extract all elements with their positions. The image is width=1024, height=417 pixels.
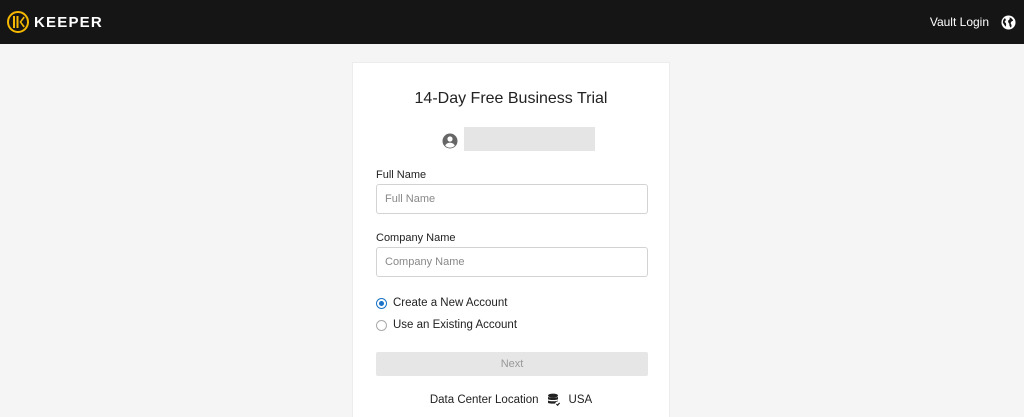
data-center-value: USA (568, 394, 593, 406)
use-existing-account-radio[interactable] (376, 319, 387, 331)
user-email-placeholder (464, 127, 595, 151)
use-existing-account-label: Use an Existing Account (393, 319, 518, 331)
page-title: 14-Day Free Business Trial (414, 90, 608, 107)
create-new-account-radio[interactable] (376, 297, 387, 309)
company-name-input[interactable] (376, 247, 648, 277)
create-new-account-option[interactable]: Create a New Account (376, 297, 507, 309)
trial-signup-card: 14-Day Free Business Trial Full Name Com… (352, 62, 670, 417)
globe-icon[interactable] (1001, 14, 1016, 30)
full-name-label: Full Name (376, 169, 427, 181)
create-new-account-label: Create a New Account (393, 297, 508, 309)
full-name-input[interactable] (376, 184, 648, 214)
top-right-actions: Vault Login (930, 14, 1016, 30)
user-circle-icon (442, 133, 458, 149)
data-center-label: Data Center Location (429, 394, 539, 406)
brand[interactable]: KEEPER (7, 11, 103, 33)
top-nav-bar: KEEPER Vault Login (0, 0, 1024, 44)
data-center-location: Data Center Location USA (353, 393, 669, 407)
company-name-label: Company Name (376, 232, 456, 244)
database-icon[interactable] (547, 393, 561, 407)
use-existing-account-option[interactable]: Use an Existing Account (376, 319, 517, 331)
keeper-logo-icon (7, 11, 29, 33)
vault-login-link[interactable]: Vault Login (930, 15, 989, 29)
brand-name: KEEPER (34, 13, 103, 31)
next-button[interactable]: Next (376, 352, 648, 376)
